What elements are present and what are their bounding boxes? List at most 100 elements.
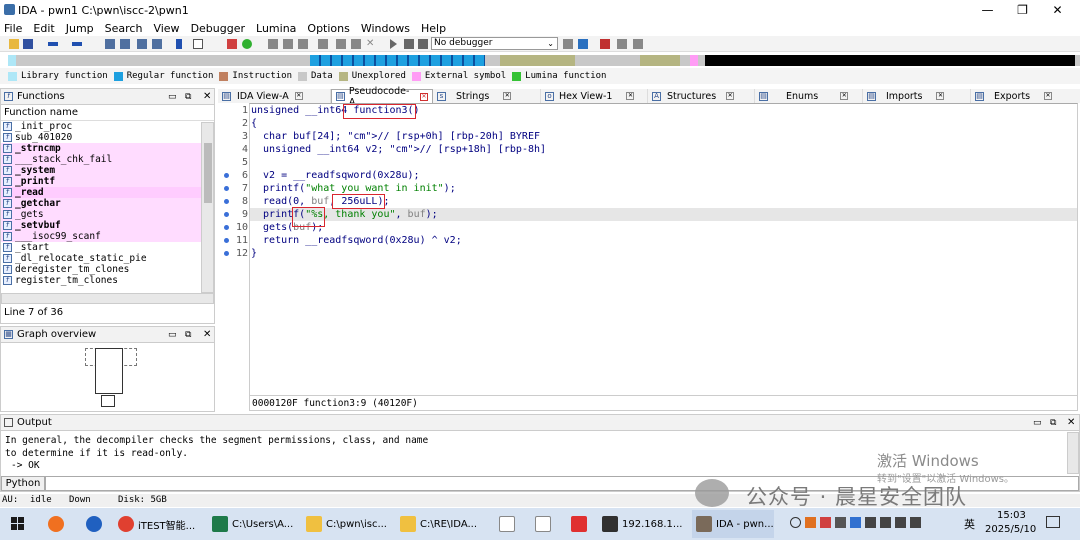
close-tab-icon[interactable]: ✕ [1044,92,1053,100]
breakpoint-marker[interactable] [224,186,229,191]
save-icon[interactable] [23,39,33,49]
start-button[interactable] [0,510,36,538]
close-tab-icon[interactable]: ✕ [294,92,303,100]
code-line[interactable]: } [251,247,257,260]
open-icon[interactable] [9,39,19,49]
python-button[interactable]: Python [1,476,45,491]
tray-icons[interactable] [790,517,950,531]
run-icon[interactable] [242,39,252,49]
code-line[interactable]: unsigned __int64 v2; "cm">// [rsp+18h] [… [251,143,546,156]
menu-lumina[interactable]: Lumina [256,22,296,35]
tool-icon-5[interactable] [336,39,346,49]
taskbar-item-itest[interactable]: iTEST智能... [114,510,206,538]
forward-icon[interactable] [72,42,82,46]
browser-icon[interactable] [76,510,112,538]
menu-windows[interactable]: Windows [361,22,410,35]
tool-icon-6[interactable] [351,39,361,49]
play-icon[interactable] [390,39,397,49]
close-panel-icon[interactable]: ✕ [1067,417,1075,428]
lumina-push-icon[interactable] [633,39,643,49]
ime-indicator[interactable]: 英 [964,516,975,532]
flag-icon[interactable] [600,39,610,49]
legend-swatch [411,71,421,81]
exports-icon: ▤ [975,91,984,101]
close-tab-icon[interactable]: ✕ [726,92,735,100]
menu-jump[interactable]: Jump [66,22,94,35]
pseudocode-view[interactable]: 1 unsigned __int64 function3() 2{3 char bu… [0,103,1080,411]
breakpoint-marker[interactable] [224,251,229,256]
taskbar-item-ida-folder[interactable]: C:\RE\IDA... [396,510,488,538]
graph-icon[interactable] [227,39,237,49]
menu-file[interactable]: File [4,22,22,35]
line-number: 3 [241,131,248,142]
tab-enums[interactable]: ▤ Enums ✕ [755,89,863,103]
breakpoint-marker[interactable] [224,212,229,217]
menu-edit[interactable]: Edit [33,22,54,35]
debugger-select[interactable]: No debugger ⌄ [431,37,558,50]
menu-help[interactable]: Help [421,22,446,35]
binary-icon[interactable] [105,39,115,49]
clock-date[interactable]: 2025/5/10 [985,524,1036,535]
menu-search[interactable]: Search [105,22,143,35]
tool-icon-4[interactable] [318,39,328,49]
tab-pseudocode[interactable]: ▤ Pseudocode-A ✕ [331,86,433,108]
wps-icon[interactable] [562,510,596,538]
tab-structures[interactable]: A Structures ✕ [648,89,755,103]
document-icon-2[interactable] [526,510,560,538]
binary-search-icon[interactable] [137,39,147,49]
tab-ida-view[interactable]: ▤ IDA View-A ✕ [218,89,331,103]
navigation-band[interactable] [0,53,1080,68]
float-icon[interactable]: ⧉ [1050,418,1056,428]
search-icon[interactable] [152,39,162,49]
tool-icon-2[interactable] [283,39,293,49]
dock-icon[interactable]: ▭ [168,92,177,102]
menu-debugger[interactable]: Debugger [191,22,245,35]
code-line[interactable]: char buf[24]; "cm">// [rsp+0h] [rbp-20h]… [251,130,540,143]
notification-icon[interactable] [1046,516,1060,528]
account-watermark: 公众号 · 晨星安全团队 [746,485,968,509]
taskbar-item-remote[interactable]: 192.168.1... [598,510,690,538]
text-search-icon[interactable] [120,39,130,49]
close-tab-icon[interactable]: ✕ [626,92,635,100]
document-icon[interactable] [490,510,524,538]
pause-icon[interactable] [404,39,414,49]
tool-icon-1[interactable] [268,39,278,49]
tool-icon-3[interactable] [298,39,308,49]
taskbar-item-users[interactable]: C:\Users\A... [208,510,300,538]
close-tab-icon[interactable]: ✕ [503,92,512,100]
firefox-icon[interactable] [38,510,74,538]
clock-time[interactable]: 15:03 [997,510,1026,521]
code-line[interactable]: printf("%s, thank you", buf); [251,208,438,221]
back-icon[interactable] [48,42,58,46]
close-tab-icon[interactable]: ✕ [840,92,849,100]
tab-strings[interactable]: s Strings ✕ [433,89,541,103]
stop-icon[interactable] [418,39,428,49]
segment-icon[interactable] [193,39,203,49]
tab-imports[interactable]: ▤ Imports ✕ [863,89,971,103]
menu-options[interactable]: Options [307,22,349,35]
dock-icon[interactable]: ▭ [1033,418,1042,428]
float-icon[interactable]: ⧉ [185,92,191,102]
cross-icon[interactable]: ✕ [366,39,376,49]
tab-hex-view[interactable]: o Hex View-1 ✕ [541,89,648,103]
debug-options-icon[interactable] [578,39,588,49]
code-line[interactable]: { [251,117,257,130]
output-scrollbar[interactable] [1067,432,1079,474]
arrow-down-icon[interactable] [176,39,182,49]
breakpoint-marker[interactable] [224,238,229,243]
attach-icon[interactable] [563,39,573,49]
menu-view[interactable]: View [153,22,179,35]
breakpoint-marker[interactable] [224,173,229,178]
close-tab-icon[interactable]: ✕ [420,92,428,101]
close-tab-icon[interactable]: ✕ [936,92,945,100]
breakpoint-marker[interactable] [224,199,229,204]
taskbar-item-ida[interactable]: IDA - pwn... [692,510,774,538]
breakpoint-marker[interactable] [224,225,229,230]
lumina-pull-icon[interactable] [617,39,627,49]
taskbar-item-pwn-folder[interactable]: C:\pwn\isc... [302,510,394,538]
close-button[interactable]: ✕ [1035,0,1080,20]
code-line[interactable]: return __readfsqword(0x28u) ^ v2; [251,234,462,247]
close-panel-icon[interactable]: ✕ [203,91,211,102]
code-line[interactable]: v2 = __readfsqword(0x28u); [251,169,420,182]
tab-exports[interactable]: ▤ Exports ✕ [971,89,1080,103]
